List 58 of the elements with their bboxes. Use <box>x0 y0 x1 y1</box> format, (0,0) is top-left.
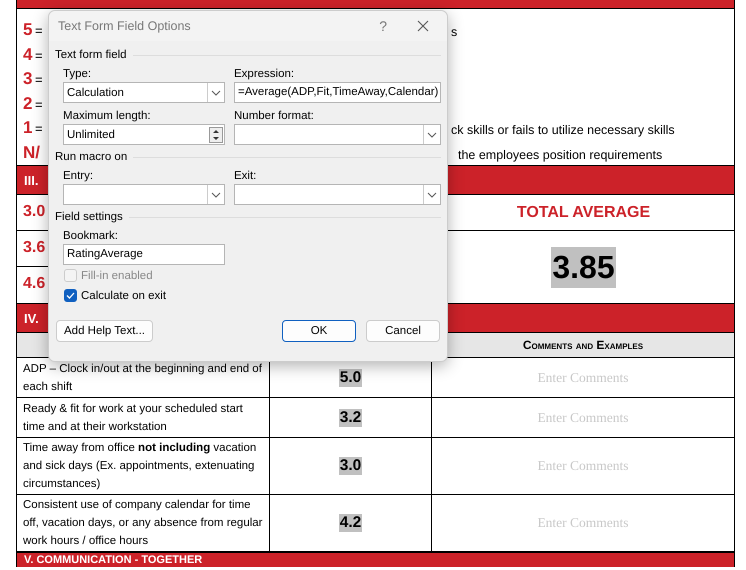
field-label: Entry: <box>63 169 94 184</box>
field-label: Exit: <box>234 169 258 184</box>
chevron-down-icon <box>427 192 437 198</box>
group-label: Field settings <box>55 211 123 223</box>
maximum-length-spinner[interactable]: Unlimited <box>63 124 225 145</box>
dialog-button[interactable]: OK <box>282 320 356 342</box>
rating-score: 4 <box>22 44 33 64</box>
checkbox[interactable] <box>64 289 77 302</box>
rating-value[interactable]: 4.2 <box>338 514 362 532</box>
group-label: Text form field <box>55 49 127 61</box>
dialog-button[interactable]: Cancel <box>366 320 440 342</box>
equals-sign: = <box>35 48 43 62</box>
field-label: Type: <box>63 67 92 82</box>
equals-sign: = <box>35 121 43 136</box>
spinner-arrows-icon[interactable] <box>209 126 223 142</box>
entry-macro-dropdown[interactable] <box>63 184 225 205</box>
chevron-down-icon <box>427 132 437 138</box>
section-header: V. COMMUNICATION - TOGETHER <box>17 552 734 567</box>
dialog-button[interactable]: Add Help Text... <box>56 320 153 342</box>
equals-sign: = <box>35 96 43 112</box>
score-value: 3.6 <box>23 239 46 256</box>
chevron-down-icon <box>211 192 221 198</box>
group-label: Run macro on <box>55 151 128 163</box>
close-icon[interactable] <box>417 20 429 32</box>
bookmark-field[interactable]: RatingAverage <box>63 244 225 265</box>
field-label: Expression: <box>234 67 296 82</box>
criterion-text: Time away from office not including vacation and sick days (Ex. appointments, extenuating circumstances) <box>17 438 270 495</box>
chevron-down-icon <box>211 90 221 96</box>
rating-score: 3 <box>22 69 33 89</box>
rating-score: N/ <box>22 142 40 162</box>
checkmark-icon <box>66 292 75 299</box>
rating-score: 2 <box>22 94 33 114</box>
help-button[interactable]: ? <box>379 18 387 34</box>
type-dropdown[interactable]: Calculation <box>63 82 225 103</box>
section-header: IV. <box>24 311 39 326</box>
rating-value[interactable]: 3.2 <box>338 408 362 426</box>
dialog-title: Text Form Field Options <box>58 19 192 33</box>
field-label: Bookmark: <box>63 229 119 244</box>
section-header: III. <box>24 173 38 188</box>
rating-description: ck skills or fails to utilize necessary skills <box>451 123 675 137</box>
rating-score: 5 <box>22 20 33 40</box>
equals-sign: = <box>35 72 43 87</box>
rating-description: s <box>451 25 458 39</box>
score-value: 4.6 <box>23 275 46 292</box>
rating-value[interactable]: 3.0 <box>338 457 362 475</box>
field-label: Number format: <box>234 109 315 124</box>
total-average-value: 3.85 <box>551 246 616 288</box>
equals-sign: = <box>35 23 43 38</box>
number-format-dropdown[interactable] <box>234 124 441 145</box>
rating-score: 1 <box>22 118 33 138</box>
exit-macro-dropdown[interactable] <box>234 184 441 205</box>
expression-field[interactable]: =Average(ADP,Fit,TimeAway,Calendar) <box>234 82 441 103</box>
rating-value[interactable]: 5.0 <box>338 368 362 386</box>
rating-description: the employees position requirements <box>458 148 662 162</box>
field-label: Maximum length: <box>63 109 152 124</box>
checkbox-label: Calculate on exit <box>81 290 166 302</box>
score-value: 3.0 <box>23 203 46 220</box>
checkbox-label: Fill-in enabled <box>81 270 153 282</box>
